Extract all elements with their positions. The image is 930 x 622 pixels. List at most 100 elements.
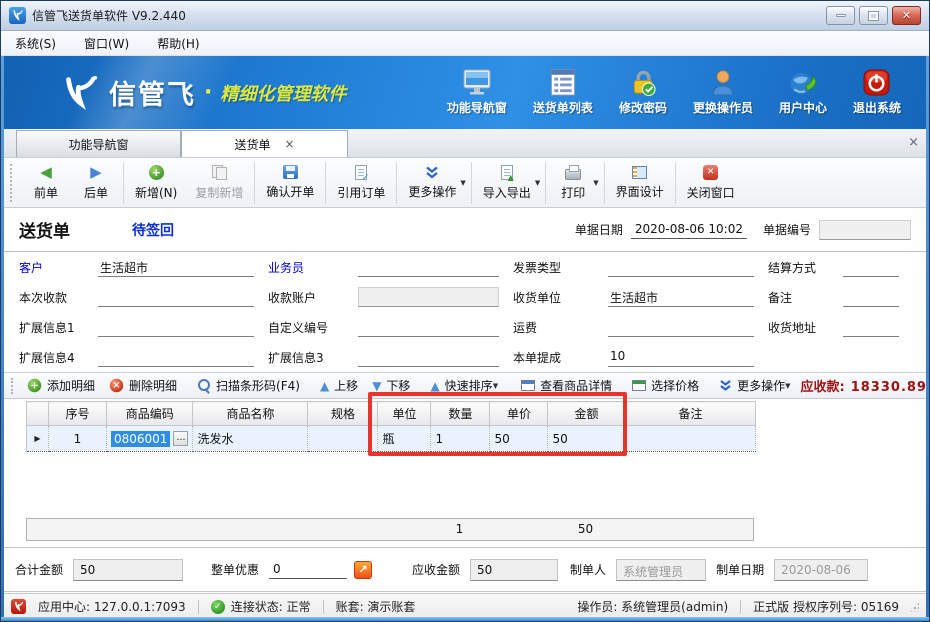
tab-bar: 功能导航窗 送货单 × × [1,129,929,157]
banner-action-change-password[interactable]: 修改密码 [619,69,667,116]
grid-more-actions-button[interactable]: 更多操作 ▼ [712,377,800,394]
banner-action-switch-operator[interactable]: 更换操作员 [693,69,753,116]
banner-action-nav[interactable]: 功能导航窗 [447,69,507,116]
label-settlement: 结算方式 [768,259,843,276]
status-bar: 应用中心: 127.0.0.1:7093 ✓ 连接状态: 正常 账套: 演示账套… [1,593,929,619]
close-window-icon: ✕ [703,165,718,180]
col-product-name[interactable]: 商品名称 [193,402,308,426]
qty-cell[interactable]: 1 [431,426,490,452]
remark-input[interactable] [843,288,899,307]
ext-info4-input[interactable] [98,348,254,367]
lookup-ellipsis-button[interactable]: … [173,431,188,446]
selected-code-value[interactable]: 0806001 [111,431,170,447]
next-doc-button[interactable]: ▶ 后单 [71,160,121,206]
dropdown-caret-icon[interactable]: ▼ [460,179,465,187]
receive-address-input[interactable] [843,318,899,337]
close-button[interactable]: ✕ [892,6,921,25]
view-product-detail-button[interactable]: 查看商品详情 [514,377,619,394]
label-payment-account: 收款账户 [268,289,358,306]
ext-info3-input[interactable] [358,348,499,367]
prev-doc-button[interactable]: ◀ 前单 [21,160,71,206]
amount-cell[interactable]: 50 [548,426,625,452]
row-selector-cell[interactable]: ▶ [27,426,49,452]
minimize-button[interactable] [826,6,855,25]
toolbar-separator [254,162,255,204]
doc-status-badge: 待签回 [132,220,174,240]
minimize-icon [836,14,846,17]
col-unit[interactable]: 单位 [378,402,431,426]
delete-detail-button[interactable]: ✕ 删除明细 [102,377,184,394]
import-export-button[interactable]: 导入导出 [474,160,540,206]
more-actions-button[interactable]: 更多操作 [399,160,465,206]
move-down-button[interactable]: ▼ 下移 [365,377,417,394]
note-cell[interactable] [625,426,756,452]
salesman-input[interactable] [358,258,499,277]
customer-input[interactable]: 生活超市 [98,258,254,277]
spec-cell[interactable] [308,426,378,452]
unit-cell[interactable]: 瓶 [378,426,431,452]
banner-action-exit[interactable]: 退出系统 [853,69,901,116]
quick-sort-button[interactable]: ▲ 快速排序 ▼ [423,377,508,394]
dropdown-caret-icon[interactable]: ▼ [593,179,598,187]
grid-summary-bar: 1 50 [26,518,754,541]
payment-input[interactable] [98,288,254,307]
menu-window[interactable]: 窗口(W) [84,35,129,52]
print-button[interactable]: 打印 [548,160,598,206]
freight-input[interactable] [608,318,754,337]
ext-info1-input[interactable] [98,318,254,337]
add-detail-button[interactable]: + 添加明细 [20,377,102,394]
move-up-button[interactable]: ▲ 上移 [313,377,365,394]
label-ext-info4: 扩展信息4 [19,349,98,366]
discount-input[interactable]: 0 [269,560,347,579]
confirm-open-button[interactable]: 确认开单 [257,160,323,206]
tab-close-icon[interactable]: × [284,137,294,151]
tab-delivery-note[interactable]: 送货单 × [181,130,348,157]
price-cell[interactable]: 50 [490,426,548,452]
menu-help[interactable]: 帮助(H) [157,35,199,52]
col-spec[interactable]: 规格 [308,402,378,426]
restore-button[interactable] [859,6,888,25]
window-design-icon [632,166,647,179]
document-header: 送货单 待签回 单据日期 2020-08-06 10:02 单据编号 [1,208,929,252]
receiver-unit-input[interactable]: 生活超市 [608,288,754,307]
label-invoice-type: 发票类型 [513,259,608,276]
dropdown-caret-icon[interactable]: ▼ [535,179,540,187]
app-window: 信管飞送货单软件 V9.2.440 ✕ 系统(S) 窗口(W) 帮助(H) 信管… [0,0,930,622]
restore-icon [869,12,878,20]
settlement-input[interactable] [843,258,899,277]
arrow-down-icon: ▼ [372,380,381,392]
monitor-icon [462,69,492,96]
invoice-type-input[interactable] [608,258,754,277]
resize-grip[interactable] [909,602,919,612]
apply-discount-icon[interactable]: ↗ [354,561,372,579]
product-code-cell[interactable]: 0806001 … [107,426,193,452]
col-note[interactable]: 备注 [625,402,756,426]
window-bottom-edge [1,617,929,621]
menu-system[interactable]: 系统(S) [15,35,56,52]
col-product-code[interactable]: 商品编码 [107,402,193,426]
banner-action-delivery-list[interactable]: 送货单列表 [533,69,593,116]
select-price-button[interactable]: 选择价格 [625,377,706,394]
table-row[interactable]: ▶ 1 0806001 … 洗发水 瓶 1 50 50 [27,426,756,452]
seq-cell[interactable]: 1 [49,426,107,452]
scan-barcode-button[interactable]: 扫描条形码(F4) [190,377,307,394]
col-price[interactable]: 单价 [490,402,548,426]
close-window-button[interactable]: ✕ 关闭窗口 [678,160,744,206]
col-seq[interactable]: 序号 [49,402,107,426]
dropdown-caret-icon: ▼ [785,382,790,390]
quote-order-button[interactable]: 引用订单 [328,160,394,206]
doc-date-input[interactable]: 2020-08-06 10:02 [631,221,747,239]
summary-amount: 50 [547,522,624,536]
commission-input[interactable]: 10 [608,348,754,367]
custom-number-input[interactable] [358,318,499,337]
banner-action-user-center[interactable]: 用户中心 [779,69,827,116]
product-name-cell[interactable]: 洗发水 [193,426,308,452]
tabstrip-close-icon[interactable]: × [908,135,919,150]
tab-nav-window[interactable]: 功能导航窗 [16,130,181,157]
ui-design-button[interactable]: 界面设计 [607,160,673,206]
receivable-amount-label: 应收金额 [412,561,460,578]
copy-new-button[interactable]: 复制新增 [186,160,252,206]
col-amount[interactable]: 金额 [548,402,625,426]
col-qty[interactable]: 数量 [431,402,490,426]
new-doc-button[interactable]: + 新增(N) [126,160,186,206]
